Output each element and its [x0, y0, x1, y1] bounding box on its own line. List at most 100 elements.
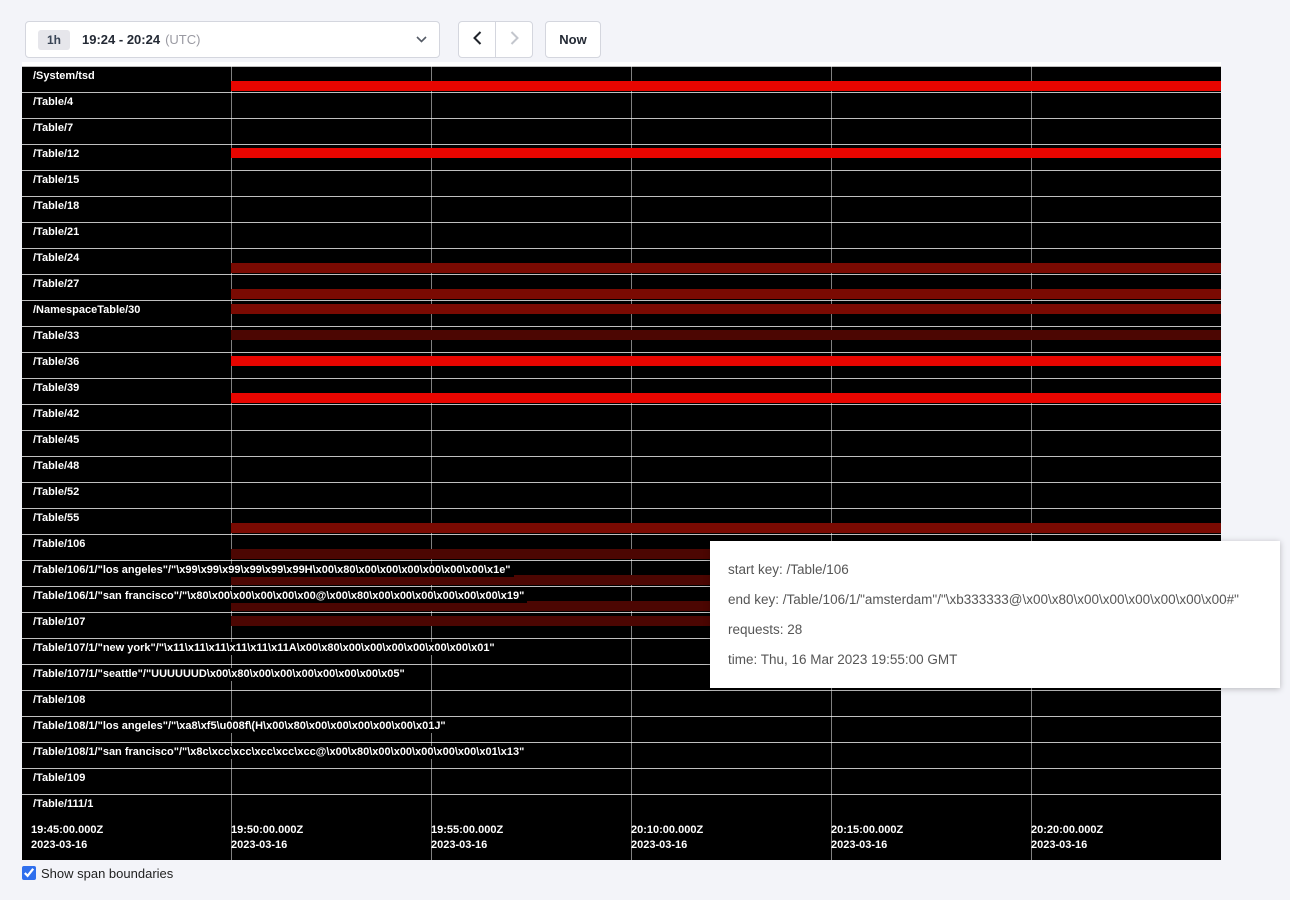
- span-row[interactable]: /Table/48: [22, 456, 1221, 482]
- span-row[interactable]: /Table/18: [22, 196, 1221, 222]
- time-tick: 20:20:00.000Z2023-03-16: [1031, 823, 1103, 853]
- heat-stripe: [231, 81, 1221, 91]
- show-span-boundaries-label: Show span boundaries: [41, 866, 173, 881]
- span-row[interactable]: /Table/111/1: [22, 794, 1221, 820]
- span-row-label: /Table/45: [33, 434, 82, 447]
- range-duration-badge: 1h: [38, 30, 70, 50]
- span-row[interactable]: /Table/15: [22, 170, 1221, 196]
- span-row-label: /Table/107/1/"seattle"/"UUUUUUD\x00\x80\…: [33, 668, 408, 681]
- heat-stripe: [231, 263, 1221, 273]
- now-button[interactable]: Now: [545, 21, 601, 58]
- range-utc-label: (UTC): [165, 32, 200, 47]
- span-row-label: /Table/107/1/"new york"/"\x11\x11\x11\x1…: [33, 642, 498, 655]
- span-row-label: /Table/33: [33, 330, 82, 343]
- heat-stripe: [231, 393, 1221, 403]
- span-row-label: /Table/21: [33, 226, 82, 239]
- time-range-selector[interactable]: 1h 19:24 - 20:24 (UTC): [25, 21, 440, 58]
- span-row-label: /Table/108: [33, 694, 88, 707]
- show-span-boundaries-checkbox[interactable]: [22, 866, 36, 880]
- span-row[interactable]: /Table/108/1/"los angeles"/"\xa8\xf5\u00…: [22, 716, 1221, 742]
- span-row-label: /Table/52: [33, 486, 82, 499]
- span-row[interactable]: /Table/27: [22, 274, 1221, 300]
- next-range-button[interactable]: [495, 21, 533, 58]
- span-row[interactable]: /System/tsd: [22, 66, 1221, 92]
- prev-range-button[interactable]: [458, 21, 496, 58]
- heat-stripe: [231, 148, 1221, 158]
- tick-date: 2023-03-16: [631, 838, 703, 853]
- span-row[interactable]: /Table/108/1/"san francisco"/"\x8c\xcc\x…: [22, 742, 1221, 768]
- span-row[interactable]: /Table/7: [22, 118, 1221, 144]
- span-row-label: /Table/42: [33, 408, 82, 421]
- tick-time: 19:45:00.000Z: [31, 823, 103, 838]
- span-row[interactable]: /Table/4: [22, 92, 1221, 118]
- span-row[interactable]: /Table/55: [22, 508, 1221, 534]
- span-row-label: /Table/108/1/"los angeles"/"\xa8\xf5\u00…: [33, 720, 449, 733]
- span-row-label: /Table/55: [33, 512, 82, 525]
- top-boundary-strip: [22, 62, 1221, 66]
- span-row[interactable]: /Table/21: [22, 222, 1221, 248]
- heatmap-rows: /System/tsd/Table/4/Table/7/Table/12/Tab…: [22, 66, 1221, 820]
- span-row-label: /Table/108/1/"san francisco"/"\x8c\xcc\x…: [33, 746, 527, 759]
- tick-time: 20:20:00.000Z: [1031, 823, 1103, 838]
- span-row[interactable]: /Table/36: [22, 352, 1221, 378]
- span-row[interactable]: /Table/109: [22, 768, 1221, 794]
- tick-time: 20:10:00.000Z: [631, 823, 703, 838]
- heat-stripe: [231, 356, 1221, 366]
- tick-date: 2023-03-16: [231, 838, 303, 853]
- heat-stripe: [231, 523, 1221, 533]
- time-axis: 19:45:00.000Z2023-03-1619:50:00.000Z2023…: [22, 820, 1221, 860]
- tick-date: 2023-03-16: [431, 838, 503, 853]
- tooltip-line: start key: /Table/106: [728, 562, 1262, 577]
- time-tick: 20:15:00.000Z2023-03-16: [831, 823, 903, 853]
- span-row-label: /Table/107: [33, 616, 88, 629]
- span-row-label: /Table/24: [33, 252, 82, 265]
- tooltip-line: time: Thu, 16 Mar 2023 19:55:00 GMT: [728, 652, 1262, 667]
- span-row-label: /Table/48: [33, 460, 82, 473]
- tick-time: 19:55:00.000Z: [431, 823, 503, 838]
- span-row-label: /NamespaceTable/30: [33, 304, 143, 317]
- tooltip-line: requests: 28: [728, 622, 1262, 637]
- chevron-left-icon: [473, 31, 482, 48]
- chevron-right-icon: [510, 31, 519, 48]
- span-row[interactable]: /Table/12: [22, 144, 1221, 170]
- span-row-label: /Table/7: [33, 122, 76, 135]
- span-row[interactable]: /Table/39: [22, 378, 1221, 404]
- span-row-label: /Table/106: [33, 538, 88, 551]
- time-tick: 20:10:00.000Z2023-03-16: [631, 823, 703, 853]
- span-row[interactable]: /Table/45: [22, 430, 1221, 456]
- span-row-label: /Table/27: [33, 278, 82, 291]
- span-row[interactable]: /NamespaceTable/30: [22, 300, 1221, 326]
- tick-time: 19:50:00.000Z: [231, 823, 303, 838]
- heat-stripe: [231, 289, 1221, 299]
- time-tick: 19:45:00.000Z2023-03-16: [31, 823, 103, 853]
- span-row-label: /Table/109: [33, 772, 88, 785]
- time-tick: 19:55:00.000Z2023-03-16: [431, 823, 503, 853]
- tick-date: 2023-03-16: [1031, 838, 1103, 853]
- span-row-label: /Table/18: [33, 200, 82, 213]
- key-visualizer-canvas[interactable]: /System/tsd/Table/4/Table/7/Table/12/Tab…: [22, 62, 1221, 860]
- span-row-label: /Table/4: [33, 96, 76, 109]
- span-row-label: /Table/111/1: [33, 798, 96, 811]
- range-text: 19:24 - 20:24: [82, 32, 160, 47]
- span-row-label: /Table/15: [33, 174, 82, 187]
- span-row[interactable]: /Table/52: [22, 482, 1221, 508]
- chevron-down-icon: [416, 36, 427, 43]
- tick-date: 2023-03-16: [831, 838, 903, 853]
- tooltip-line: end key: /Table/106/1/"amsterdam"/"\xb33…: [728, 592, 1262, 607]
- tick-date: 2023-03-16: [31, 838, 103, 853]
- range-nav-group: [458, 21, 533, 58]
- show-span-boundaries-control[interactable]: Show span boundaries: [22, 866, 173, 881]
- span-tooltip: start key: /Table/106 end key: /Table/106…: [710, 541, 1280, 688]
- span-row-label: /System/tsd: [33, 70, 98, 83]
- span-row-label: /Table/106/1/"san francisco"/"\x80\x00\x…: [33, 590, 527, 603]
- span-row[interactable]: /Table/108: [22, 690, 1221, 716]
- span-row[interactable]: /Table/33: [22, 326, 1221, 352]
- heat-stripe: [231, 330, 1221, 340]
- span-row-label: /Table/106/1/"los angeles"/"\x99\x99\x99…: [33, 564, 514, 577]
- time-tick: 19:50:00.000Z2023-03-16: [231, 823, 303, 853]
- span-row-label: /Table/39: [33, 382, 82, 395]
- span-row[interactable]: /Table/42: [22, 404, 1221, 430]
- span-row-label: /Table/12: [33, 148, 82, 161]
- span-row-label: /Table/36: [33, 356, 82, 369]
- span-row[interactable]: /Table/24: [22, 248, 1221, 274]
